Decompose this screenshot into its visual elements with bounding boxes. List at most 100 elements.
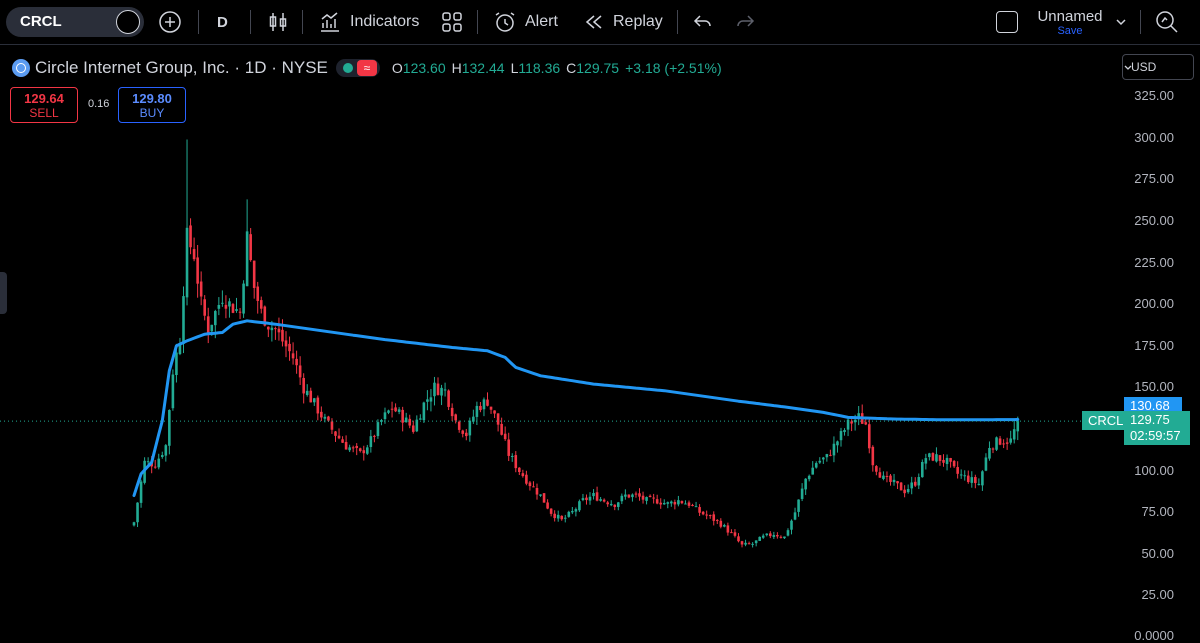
candle-body <box>196 257 199 284</box>
candle-body <box>938 455 942 461</box>
candle-body <box>327 416 330 421</box>
candle-body <box>822 457 825 460</box>
candle-body <box>295 358 298 366</box>
candle-body <box>146 461 150 463</box>
candle-body <box>624 494 627 497</box>
candle-body <box>832 443 836 456</box>
candle-body <box>921 462 924 478</box>
candle-body <box>553 513 556 519</box>
candle-body <box>670 501 673 504</box>
candle-body <box>885 475 889 477</box>
candle-body <box>542 493 546 503</box>
candle-body <box>189 225 192 248</box>
candle-body <box>984 457 988 471</box>
candle-body <box>320 411 323 418</box>
candle-body <box>818 460 822 463</box>
candle-body <box>369 436 373 447</box>
candle-body <box>765 533 769 536</box>
y-tick-label: 300.00 <box>1134 129 1174 145</box>
candle-body <box>677 500 680 505</box>
candle-body <box>411 425 415 432</box>
candle-body <box>157 458 161 468</box>
candle-body <box>599 499 602 501</box>
candle-body <box>740 541 744 545</box>
candle-body <box>238 311 242 313</box>
candle-body <box>546 502 549 509</box>
candle-body <box>867 424 871 449</box>
candle-body <box>783 536 786 539</box>
candle-body <box>814 463 818 468</box>
candle-body <box>807 475 811 480</box>
candle-body <box>744 542 747 545</box>
candle-body <box>797 499 800 512</box>
candle-body <box>723 525 726 527</box>
candle-body <box>567 511 571 517</box>
candle-body <box>245 231 249 287</box>
candle-body <box>277 328 281 333</box>
candle-body <box>705 514 708 516</box>
candle-body <box>489 406 493 410</box>
candle-body <box>560 515 564 520</box>
candle-body <box>454 414 457 421</box>
candle-body <box>648 495 652 498</box>
candle-body <box>634 493 638 495</box>
candle-body <box>267 326 270 330</box>
candle-body <box>896 481 899 484</box>
candle-body <box>578 501 581 511</box>
candle-body <box>956 467 959 474</box>
candle-body <box>366 447 369 454</box>
y-tick-label: 75.00 <box>1141 504 1174 520</box>
candle-body <box>638 493 641 497</box>
price-chart[interactable] <box>0 0 1200 643</box>
candle-body <box>1012 429 1016 440</box>
candle-body <box>631 494 634 498</box>
y-tick-label: 100.00 <box>1134 462 1174 478</box>
candle-body <box>214 311 217 326</box>
candle-body <box>539 494 542 496</box>
candle-body <box>270 327 274 331</box>
candle-body <box>966 475 970 483</box>
candle-body <box>274 328 277 330</box>
candle-body <box>390 408 394 410</box>
candle-body <box>878 472 882 478</box>
candle-body <box>259 300 263 309</box>
candle-body <box>776 534 779 537</box>
candle-body <box>344 441 348 450</box>
candle-body <box>224 304 228 309</box>
candle-body <box>136 502 139 523</box>
candle-body <box>436 383 440 395</box>
candle-body <box>645 497 648 501</box>
y-tick-label: 0.0000 <box>1134 628 1174 643</box>
candle-body <box>571 511 574 513</box>
candle-body <box>334 431 337 436</box>
candle-body <box>419 418 422 420</box>
candle-body <box>804 478 807 490</box>
candle-body <box>330 421 334 430</box>
candle-body <box>910 482 913 489</box>
candle-body <box>305 390 309 395</box>
candle-body <box>602 499 606 502</box>
candle-body <box>468 420 472 436</box>
bar-countdown: 02:59:57 <box>1130 428 1181 444</box>
y-tick-label: 175.00 <box>1134 337 1174 353</box>
candle-body <box>235 309 238 311</box>
candle-body <box>532 486 535 488</box>
candle-body <box>843 430 846 433</box>
candle-body <box>800 488 804 499</box>
candle-body <box>450 407 454 417</box>
candle-body <box>701 511 705 515</box>
candle-body <box>666 502 670 504</box>
candle-body <box>298 365 302 378</box>
candle-body <box>825 454 829 458</box>
candle-body <box>945 457 949 465</box>
candle-body <box>959 474 963 476</box>
candle-body <box>1002 443 1005 445</box>
candle-body <box>153 466 157 468</box>
candle-body <box>503 433 507 440</box>
candle-body <box>592 492 595 497</box>
candle-body <box>404 417 408 423</box>
candle-body <box>426 399 429 402</box>
candle-body <box>440 387 443 396</box>
y-tick-label: 225.00 <box>1134 254 1174 270</box>
candle-body <box>132 522 136 526</box>
